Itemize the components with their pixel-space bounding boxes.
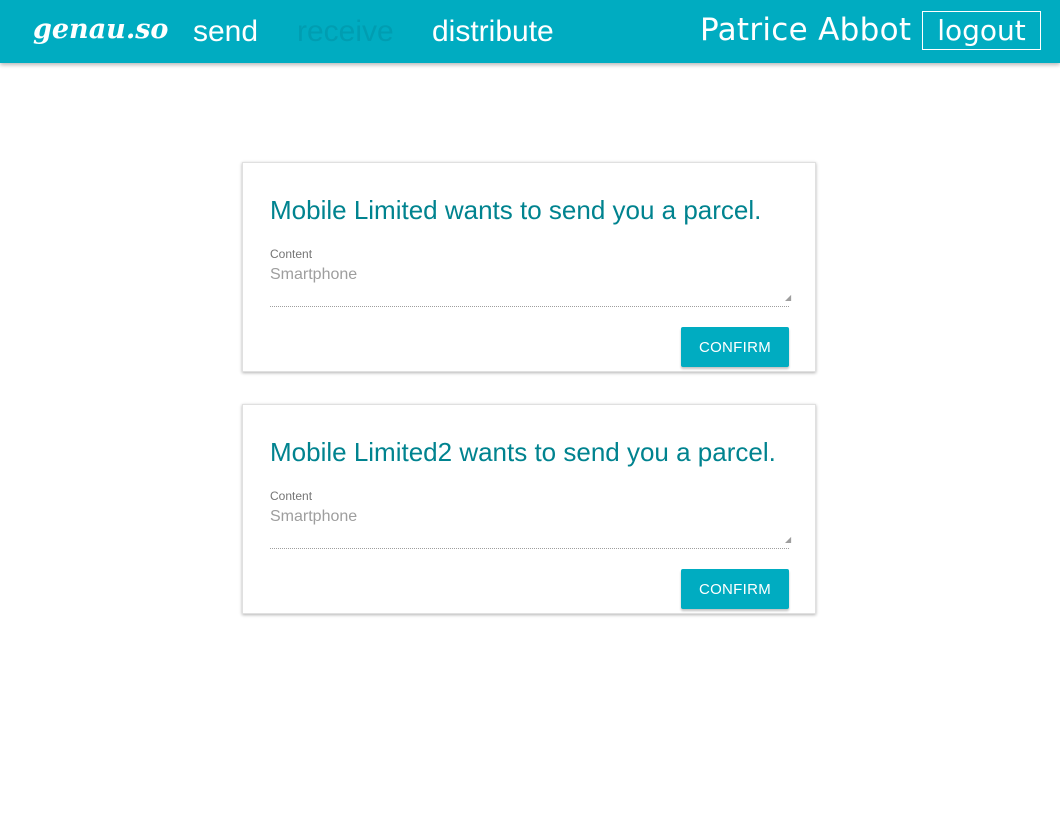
confirm-button[interactable]: Confirm bbox=[681, 569, 789, 609]
app-logo[interactable]: genau.so bbox=[33, 14, 168, 45]
nav-link-distribute[interactable]: distribute bbox=[432, 13, 554, 51]
parcel-card: Mobile Limited wants to send you a parce… bbox=[242, 162, 816, 372]
nav-link-receive[interactable]: receive bbox=[297, 13, 394, 51]
top-navigation-bar: genau.so send receive distribute Patrice… bbox=[0, 0, 1060, 63]
user-name: Patrice Abbot bbox=[700, 12, 912, 48]
content-field-label: Content bbox=[270, 489, 313, 503]
content-field[interactable]: Smartphone bbox=[270, 508, 789, 549]
resize-handle-icon[interactable]: ◢ bbox=[785, 536, 791, 544]
content-field[interactable]: Smartphone bbox=[270, 266, 789, 307]
resize-handle-icon[interactable]: ◢ bbox=[785, 294, 791, 302]
confirm-button[interactable]: Confirm bbox=[681, 327, 789, 367]
content-field-label: Content bbox=[270, 247, 313, 261]
parcel-card: Mobile Limited2 wants to send you a parc… bbox=[242, 404, 816, 614]
logout-button[interactable]: logout bbox=[922, 11, 1041, 50]
nav-link-send[interactable]: send bbox=[193, 13, 258, 51]
parcel-card-title: Mobile Limited wants to send you a parce… bbox=[270, 195, 762, 225]
parcel-card-title: Mobile Limited2 wants to send you a parc… bbox=[270, 437, 776, 467]
